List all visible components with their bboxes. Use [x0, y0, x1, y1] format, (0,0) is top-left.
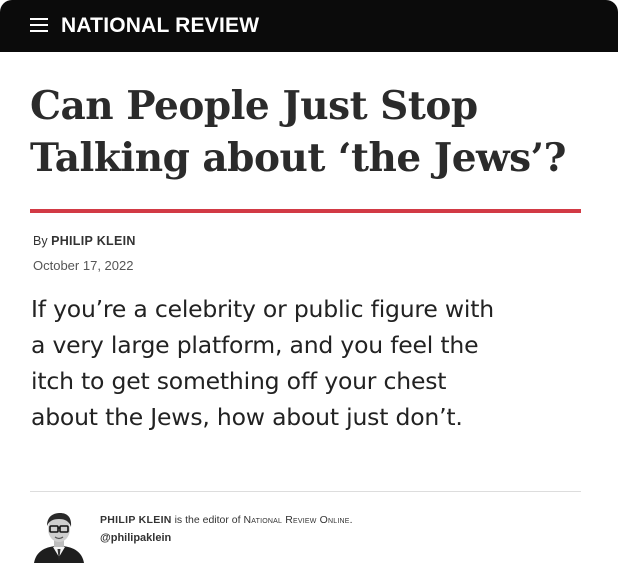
- author-bio-end: .: [349, 514, 353, 526]
- headline-divider: [30, 209, 581, 213]
- dek-line-4: about the Jews, how about just don’t.: [31, 403, 463, 431]
- dek-line-2: a very large platform, and you feel the: [31, 331, 479, 359]
- dek-line-3: itch to get something off your chest: [31, 367, 447, 395]
- author-twitter-handle[interactable]: @philipaklein: [100, 529, 580, 547]
- author-bio-publication: National Review Online: [243, 514, 350, 526]
- dek-line-1: If you’re a celebrity or public figure w…: [31, 295, 494, 323]
- author-bio-text: is the editor of: [171, 514, 244, 526]
- author-box-divider: [30, 491, 581, 492]
- headline-line-2: Talking about ‘the Jews’?: [30, 135, 566, 181]
- author-bio: PHILIP KLEIN is the editor of National R…: [100, 511, 580, 547]
- author-avatar: [30, 505, 88, 563]
- author-link[interactable]: PHILIP KLEIN: [51, 234, 136, 248]
- article-headline: Can People Just Stop Talking about ‘the J…: [30, 80, 590, 184]
- site-header: NATIONAL REVIEW: [0, 0, 618, 52]
- headline-line-1: Can People Just Stop: [30, 83, 478, 129]
- author-bio-name[interactable]: PHILIP KLEIN: [100, 514, 172, 526]
- site-logo[interactable]: NATIONAL REVIEW: [61, 13, 259, 39]
- byline-prefix: By: [33, 234, 52, 248]
- byline: By PHILIP KLEIN: [33, 234, 136, 248]
- hamburger-menu-icon[interactable]: [30, 17, 48, 33]
- article-dek: If you’re a celebrity or public figure w…: [31, 291, 596, 435]
- publish-date: October 17, 2022: [33, 258, 134, 273]
